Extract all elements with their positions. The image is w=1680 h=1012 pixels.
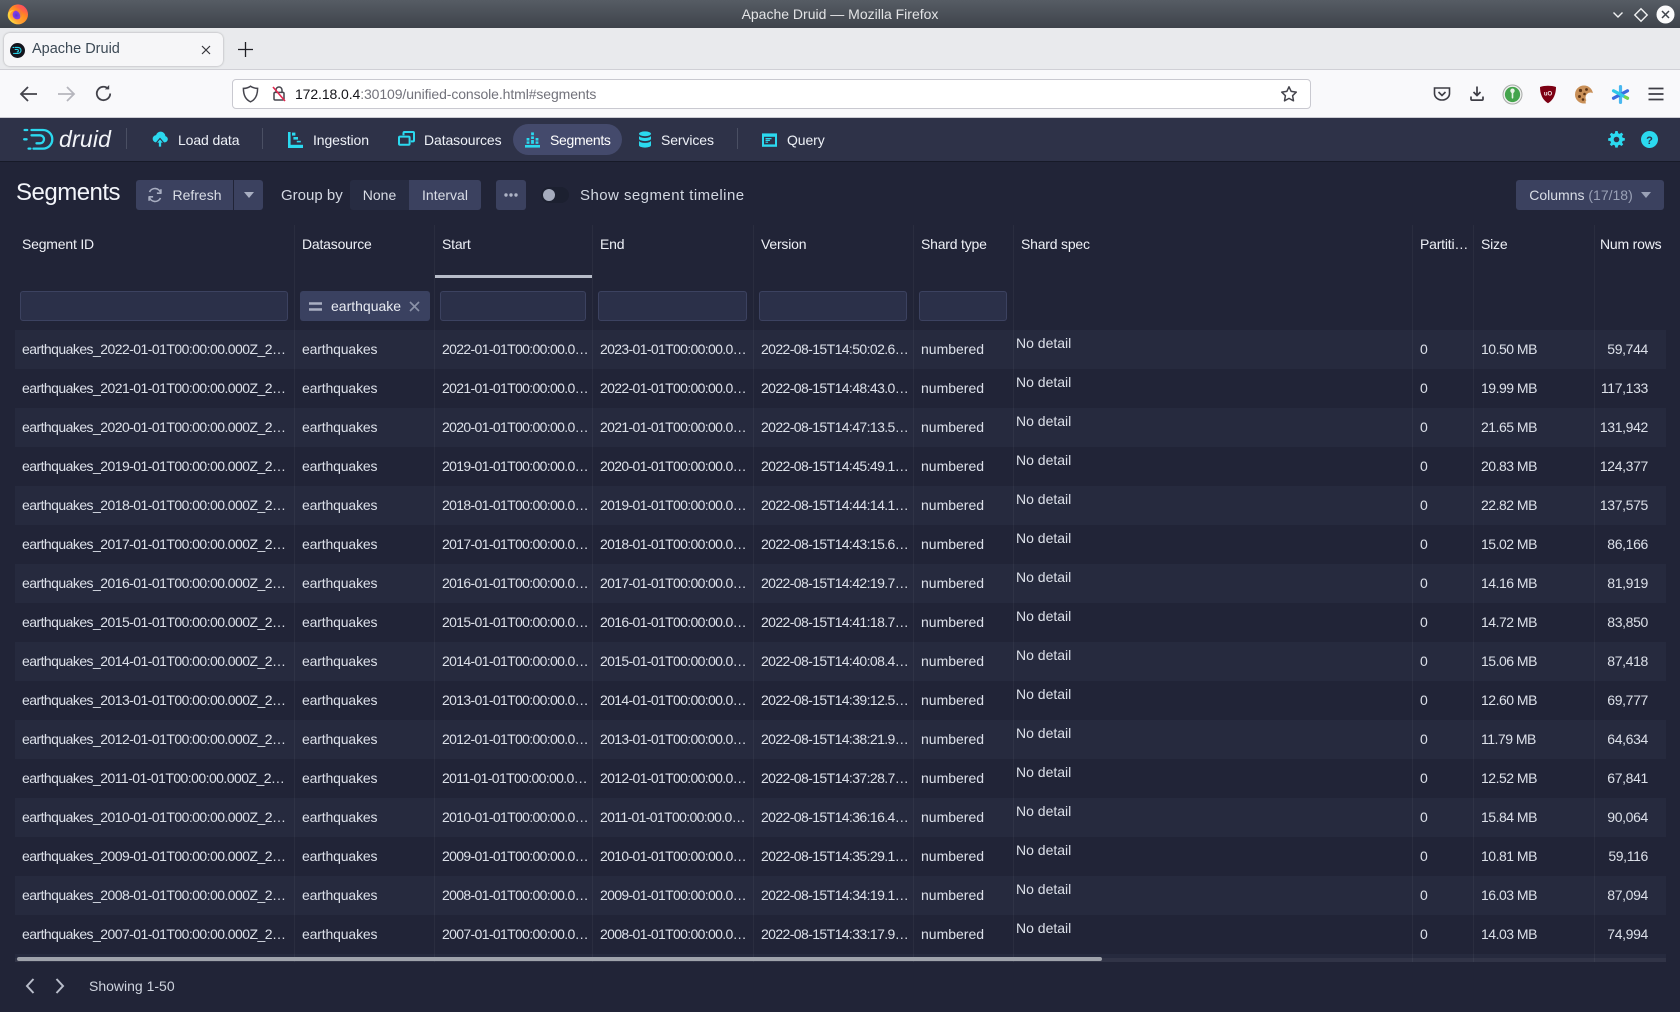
svg-text:?: ? bbox=[1646, 135, 1653, 147]
svg-text:uO: uO bbox=[1544, 91, 1553, 97]
